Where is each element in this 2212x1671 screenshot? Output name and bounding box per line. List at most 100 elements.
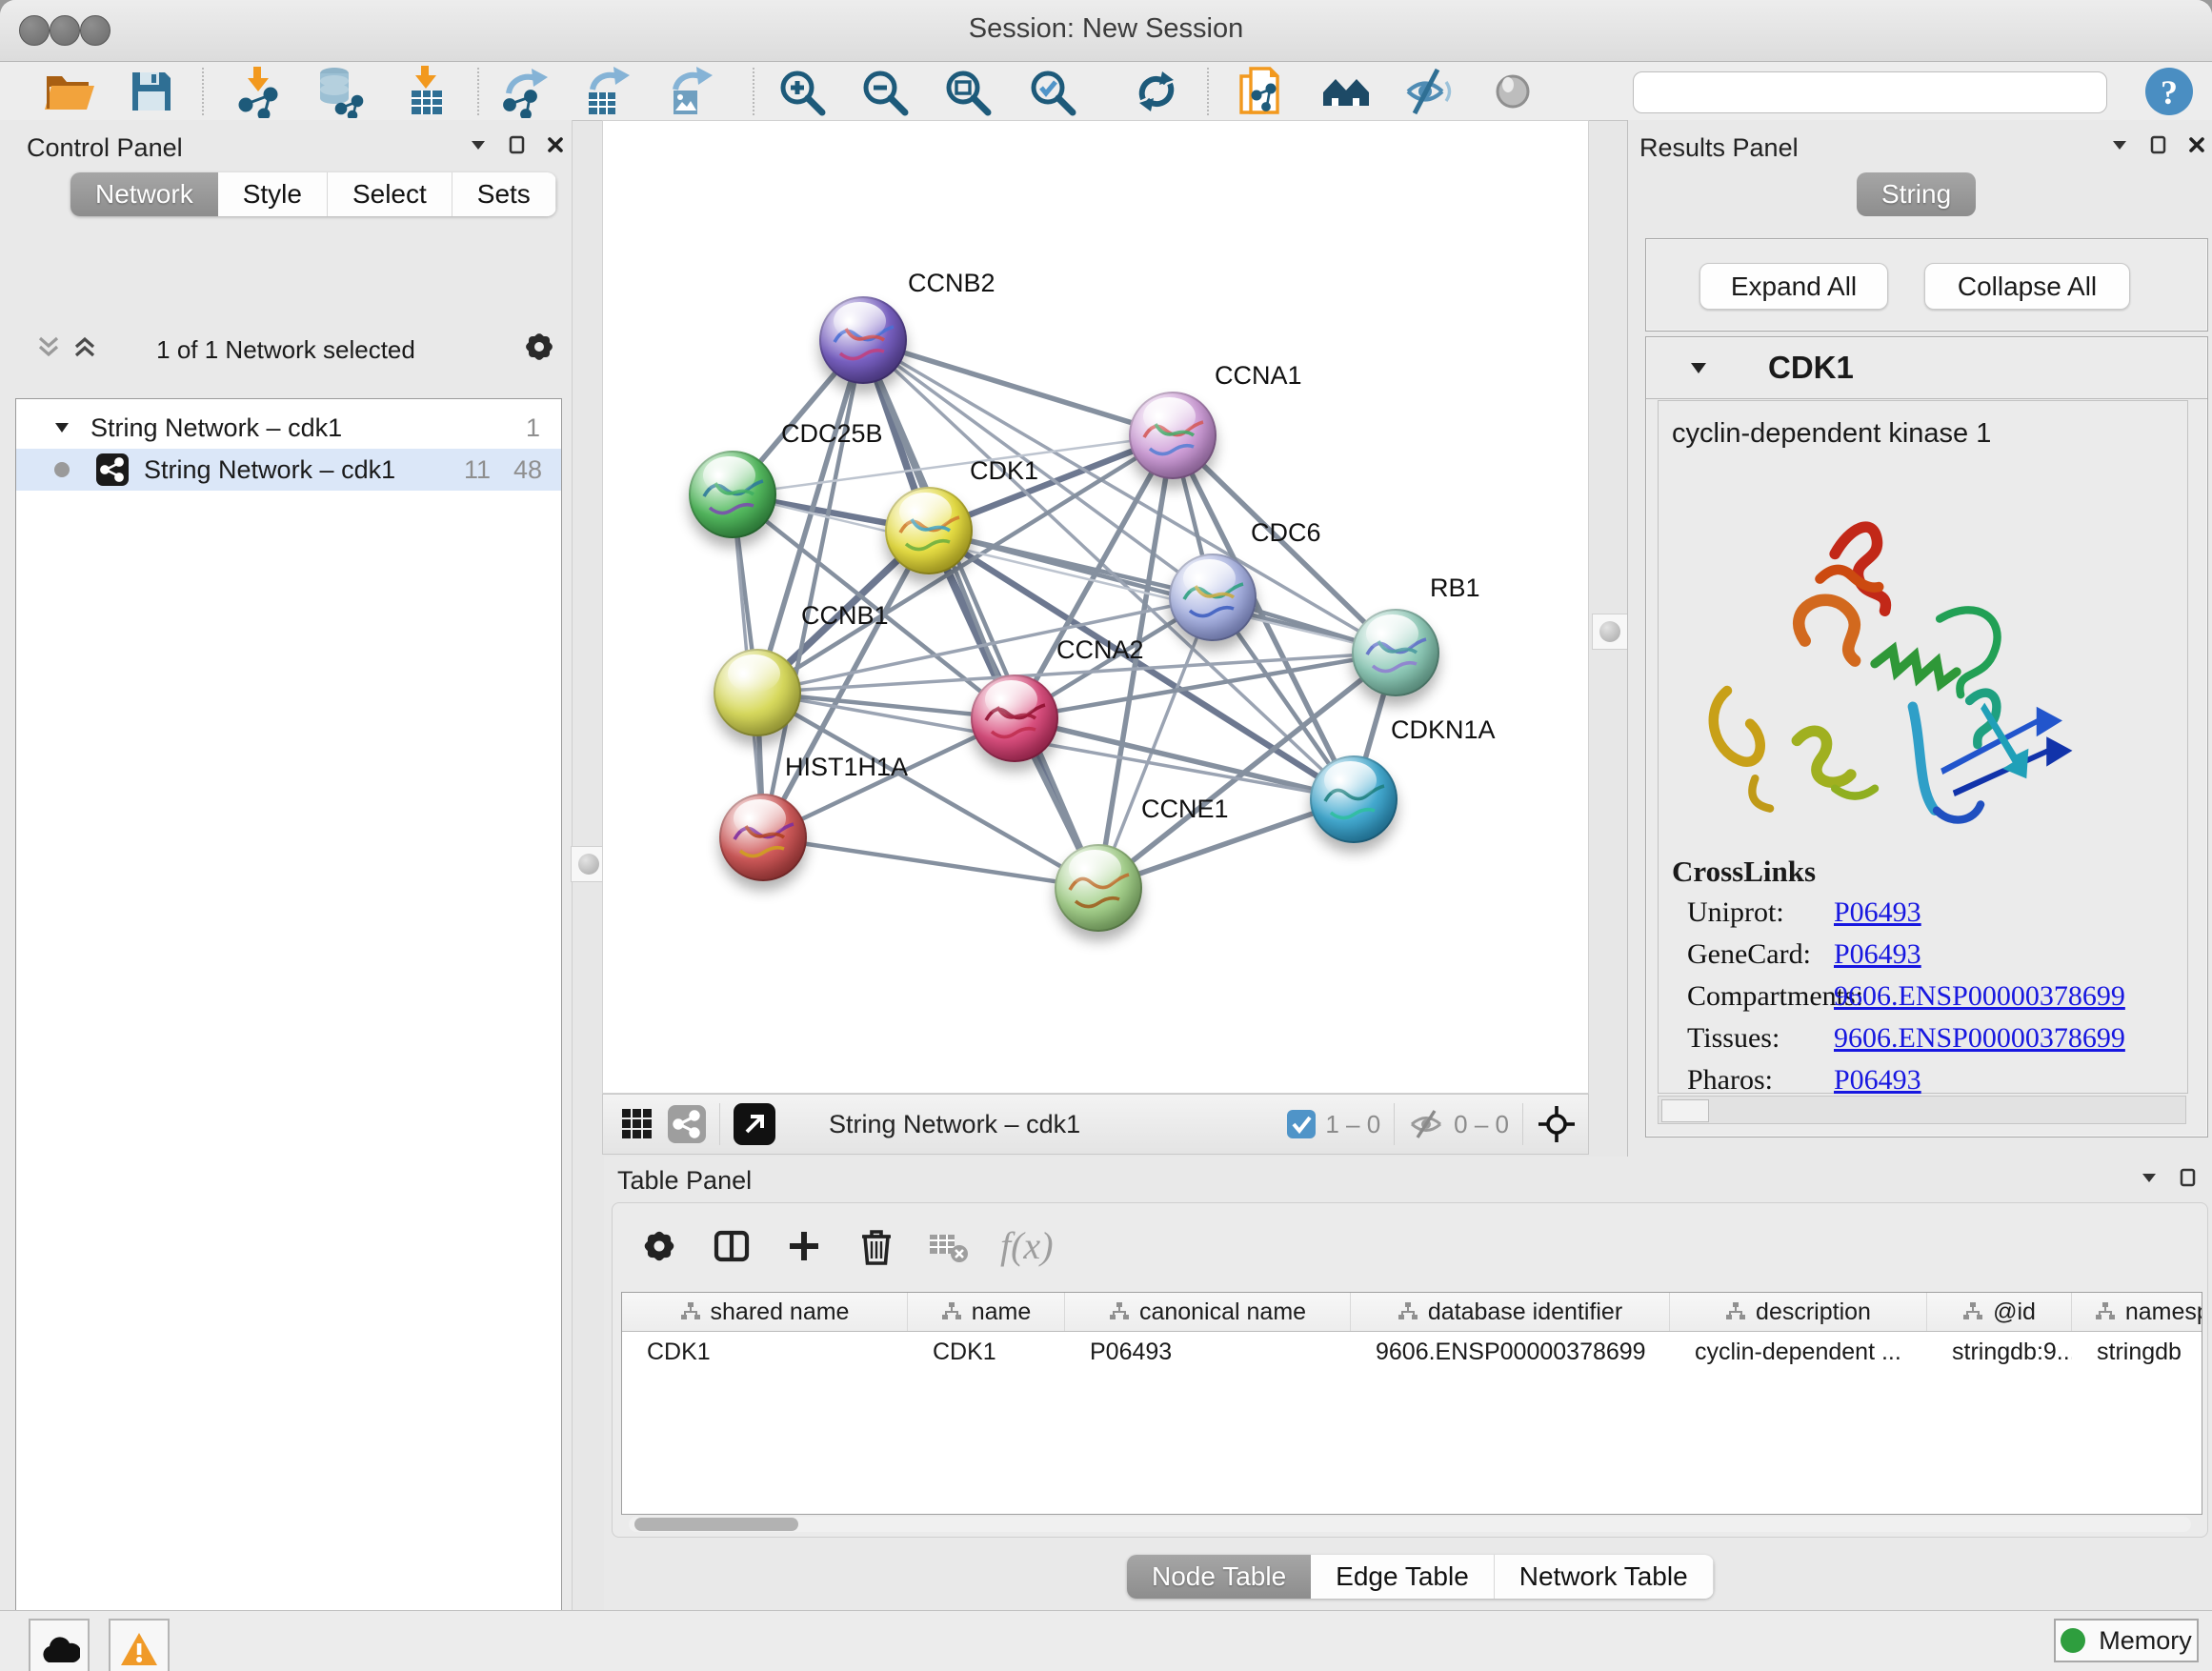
expand-all-tree-icon[interactable] xyxy=(72,334,97,359)
node-label-CDC6: CDC6 xyxy=(1251,518,1321,548)
cloud-status-button[interactable] xyxy=(29,1619,90,1671)
protein-header-row[interactable]: CDK1 xyxy=(1646,337,2207,399)
float-panel-icon[interactable] xyxy=(509,135,526,154)
network-node-CDC6[interactable] xyxy=(1169,554,1257,641)
import-network-database-button[interactable] xyxy=(312,65,367,118)
collapse-all-button[interactable]: Collapse All xyxy=(1924,263,2130,310)
open-session-file-button[interactable] xyxy=(1233,65,1288,118)
column-header-canonical-name[interactable]: canonical name xyxy=(1065,1293,1351,1331)
zoom-fit-button[interactable] xyxy=(939,65,995,118)
import-network-file-button[interactable] xyxy=(231,65,287,118)
network-node-RB1[interactable] xyxy=(1352,609,1439,696)
network-node-CDK1[interactable] xyxy=(885,487,973,574)
delete-column-icon[interactable] xyxy=(855,1225,897,1267)
export-network-button[interactable] xyxy=(498,65,553,118)
network-collection-row[interactable]: String Network – cdk1 1 xyxy=(16,407,561,449)
crosslink-value-link[interactable]: 9606.ENSP00000378699 xyxy=(1834,1022,2125,1055)
tab-select[interactable]: Select xyxy=(328,172,452,216)
table-row[interactable]: CDK1CDK1P064939606.ENSP00000378699cyclin… xyxy=(622,1332,2202,1372)
collapse-panel-icon[interactable] xyxy=(2110,138,2129,151)
show-columns-icon[interactable] xyxy=(711,1225,753,1267)
table-cell: CDK1 xyxy=(908,1339,1065,1366)
highlight-orb-button[interactable] xyxy=(1485,65,1540,118)
zoom-out-button[interactable] xyxy=(856,65,912,118)
column-type-icon xyxy=(941,1301,962,1322)
collapse-panel-icon[interactable] xyxy=(2140,1171,2159,1184)
export-image-button[interactable] xyxy=(663,65,718,118)
float-panel-icon[interactable] xyxy=(2180,1168,2197,1187)
zoom-selected-button[interactable] xyxy=(1024,65,1079,118)
crosslink-value-link[interactable]: P06493 xyxy=(1834,896,1921,929)
column-header-description[interactable]: description xyxy=(1670,1293,1927,1331)
column-header-name[interactable]: name xyxy=(908,1293,1065,1331)
node-gloss xyxy=(1366,614,1418,653)
table-settings-gear-icon[interactable] xyxy=(638,1225,680,1267)
network-canvas[interactable]: CCNB2CCNA1CDC25BCDK1CDC6RB1CCNB1CCNA2CDK… xyxy=(602,120,1589,1094)
export-table-button[interactable] xyxy=(580,65,635,118)
collapse-all-tree-icon[interactable] xyxy=(36,334,61,359)
expand-all-button[interactable]: Expand All xyxy=(1699,263,1888,310)
import-table-file-button[interactable] xyxy=(399,65,454,118)
selected-checkbox-icon[interactable] xyxy=(1287,1110,1316,1138)
tab-network[interactable]: Network xyxy=(70,172,218,216)
right-splitter-handle[interactable] xyxy=(1592,614,1628,650)
tree-expand-icon[interactable] xyxy=(54,422,70,433)
memory-button[interactable]: Memory xyxy=(2054,1619,2199,1662)
add-column-icon[interactable] xyxy=(783,1225,825,1267)
table-scrollbar-thumb[interactable] xyxy=(634,1518,798,1531)
network-node-CCNB2[interactable] xyxy=(819,296,907,384)
close-panel-icon[interactable] xyxy=(2188,136,2205,153)
search-input[interactable] xyxy=(1633,71,2107,113)
zoom-in-button[interactable] xyxy=(774,65,829,118)
network-options-gear-icon[interactable] xyxy=(520,328,558,366)
string-view-icon[interactable] xyxy=(668,1105,706,1143)
network-node-CCNA2[interactable] xyxy=(971,674,1058,762)
column-header--id[interactable]: @id xyxy=(1927,1293,2072,1331)
network-node-CCNB1[interactable] xyxy=(714,649,801,736)
toolbar-separator xyxy=(753,68,754,115)
node-label-CCNE1: CCNE1 xyxy=(1141,795,1229,824)
column-header-namespace[interactable]: namespace xyxy=(2072,1293,2202,1331)
tab-string[interactable]: String xyxy=(1857,172,1976,216)
help-button[interactable]: ? xyxy=(2142,65,2197,118)
float-panel-icon[interactable] xyxy=(2150,135,2167,154)
crosslink-value-link[interactable]: 9606.ENSP00000378699 xyxy=(1834,980,2125,1013)
warning-status-button[interactable] xyxy=(109,1619,170,1671)
collapse-panel-icon[interactable] xyxy=(469,138,488,151)
tab-network-table[interactable]: Network Table xyxy=(1495,1555,1714,1599)
column-header-shared-name[interactable]: shared name xyxy=(622,1293,908,1331)
netbar-separator xyxy=(719,1103,720,1145)
window-title: Session: New Session xyxy=(0,13,2212,45)
network-nodes-layer: CCNB2CCNA1CDC25BCDK1CDC6RB1CCNB1CCNA2CDK… xyxy=(603,121,1588,1093)
network-node-CCNE1[interactable] xyxy=(1055,844,1142,932)
table-cell: stringdb:9... xyxy=(1927,1339,2072,1366)
results-buttons-box: Expand All Collapse All xyxy=(1645,238,2208,332)
refresh-view-button[interactable] xyxy=(1129,65,1184,118)
network-node-HIST1H1A[interactable] xyxy=(719,794,807,881)
fit-selected-crosshair-icon[interactable] xyxy=(1537,1104,1577,1144)
network-node-CDKN1A[interactable] xyxy=(1310,755,1398,843)
network-node-CCNA1[interactable] xyxy=(1129,392,1217,479)
grid-view-icon[interactable] xyxy=(620,1107,654,1141)
crosslink-value-link[interactable]: P06493 xyxy=(1834,938,1921,971)
import-database-icon xyxy=(312,65,366,118)
network-node-CDC25B[interactable] xyxy=(689,451,776,538)
network-row-selected[interactable]: String Network – cdk1 11 48 xyxy=(16,449,561,491)
birdseye-view-icon[interactable] xyxy=(734,1103,775,1145)
column-header-database-identifier[interactable]: database identifier xyxy=(1351,1293,1670,1331)
save-session-button[interactable] xyxy=(124,65,179,118)
hide-unselected-button[interactable] xyxy=(1401,65,1457,118)
table-horizontal-scrollbar[interactable] xyxy=(629,1517,2191,1532)
tab-style[interactable]: Style xyxy=(218,172,328,216)
hidden-eye-icon[interactable] xyxy=(1408,1109,1444,1139)
results-scrollbar-thumb[interactable] xyxy=(1661,1099,1709,1122)
show-gallery-button[interactable] xyxy=(1318,65,1374,118)
close-panel-icon[interactable] xyxy=(547,136,564,153)
tab-sets[interactable]: Sets xyxy=(452,172,556,216)
tab-edge-table[interactable]: Edge Table xyxy=(1311,1555,1495,1599)
results-horizontal-scrollbar[interactable] xyxy=(1658,1096,2186,1124)
open-session-button[interactable] xyxy=(40,65,95,118)
crosslink-value-link[interactable]: P06493 xyxy=(1834,1064,1921,1097)
tab-node-table[interactable]: Node Table xyxy=(1127,1555,1311,1599)
collapse-protein-icon[interactable] xyxy=(1690,362,1707,374)
